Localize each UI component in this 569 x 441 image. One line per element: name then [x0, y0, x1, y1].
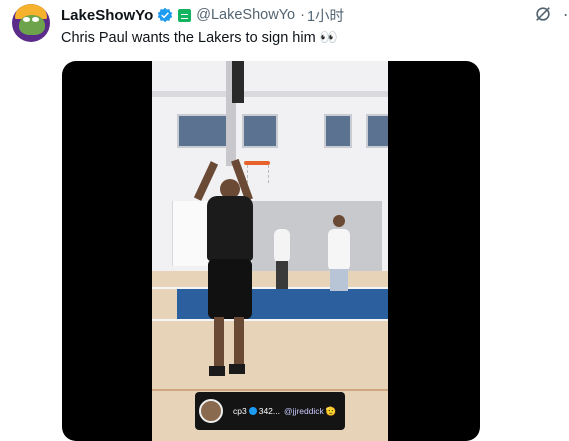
video-frame	[152, 61, 388, 441]
player-shirt	[207, 196, 253, 261]
weight-room	[252, 201, 382, 271]
affiliate-badge-icon[interactable]	[178, 8, 192, 22]
window	[242, 114, 278, 148]
handle[interactable]: @LakeShowYo	[196, 7, 295, 23]
player-leg	[214, 317, 224, 369]
background-person	[276, 261, 288, 289]
court-line	[152, 389, 388, 391]
overlay-verified-icon	[248, 407, 257, 415]
background-person	[333, 215, 345, 227]
player-shoe	[229, 364, 245, 374]
more-icon[interactable]: ⋯	[563, 5, 569, 25]
ceiling-beam	[152, 91, 388, 97]
background-person	[330, 269, 348, 291]
instagram-overlay: cp3 342... @jjreddick 🫡	[195, 392, 345, 430]
background-person	[328, 229, 350, 271]
tweet-header: LakeShowYo @LakeShowYo · 1小时	[61, 5, 344, 26]
player-shoe	[209, 366, 225, 376]
separator: ·	[300, 7, 305, 23]
timestamp[interactable]: 1小时	[307, 5, 344, 26]
window	[366, 114, 388, 148]
player-shorts	[208, 259, 252, 319]
overlay-count: 342...	[258, 406, 280, 416]
video-player[interactable]: cp3 342... @jjreddick 🫡	[62, 61, 480, 441]
verified-badge-icon[interactable]	[157, 7, 173, 23]
avatar-eye	[32, 17, 39, 22]
avatar[interactable]	[12, 4, 50, 42]
player-leg	[234, 317, 244, 369]
hoop-net	[247, 165, 269, 183]
overlay-emoji: 🫡	[325, 405, 337, 416]
grok-icon[interactable]	[534, 5, 552, 23]
overlay-user: cp3	[233, 406, 247, 416]
window	[177, 114, 229, 148]
overlay-mention: @jjreddick	[284, 406, 324, 416]
avatar-eye	[23, 17, 30, 22]
background-person	[274, 229, 290, 263]
court-line	[152, 319, 388, 321]
court-line	[152, 287, 388, 289]
backboard	[232, 61, 244, 103]
window	[324, 114, 352, 148]
tweet-text: Chris Paul wants the Lakers to sign him …	[61, 30, 338, 46]
display-name[interactable]: LakeShowYo	[61, 7, 153, 24]
overlay-avatar	[199, 399, 223, 423]
